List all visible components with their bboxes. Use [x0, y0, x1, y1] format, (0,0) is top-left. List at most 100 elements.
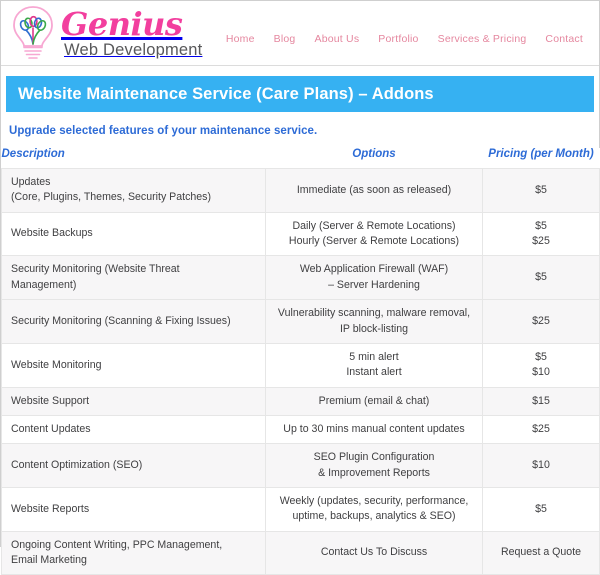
cell-options: Daily (Server & Remote Locations) Hourly … [265, 211, 483, 257]
cell-options-line-1: 5 min alert [349, 350, 399, 363]
nav-item-blog[interactable]: Blog [274, 33, 296, 45]
cell-price: $25 [482, 414, 600, 445]
cell-options-line-1: Contact Us To Discuss [320, 546, 428, 559]
cell-options: SEO Plugin Configuration & Improvement Re… [265, 443, 483, 489]
table-row: Updates (Core, Plugins, Themes, Security … [1, 168, 600, 213]
brand-text: Genius Web Development [61, 8, 202, 58]
table-row: Security Monitoring (Scanning & Fixing I… [1, 299, 600, 344]
cell-description-line-2: (Core, Plugins, Themes, Security Patches… [11, 191, 211, 204]
cell-description-line-1: Content Updates [11, 422, 91, 435]
cell-price-line-1: Request a Quote [500, 546, 582, 559]
table-row: Website Backups Daily (Server & Remote Lo… [1, 211, 600, 257]
cell-description-line-1: Website Monitoring [11, 358, 102, 371]
brand-logo-link[interactable]: Genius Web Development [7, 3, 202, 63]
intro-text: Upgrade selected features of your mainte… [9, 125, 318, 137]
cell-description-line-1: Website Reports [11, 502, 90, 515]
cell-options: Premium (email & chat) [265, 386, 483, 416]
cell-price: Request a Quote [482, 530, 600, 575]
cell-price: $15 [482, 386, 600, 416]
cell-description-line-1: Security Monitoring (Website Threat [11, 263, 180, 276]
cell-options-line-1: Daily (Server & Remote Locations) [292, 219, 456, 232]
brand-name: Genius [61, 4, 183, 43]
cell-price: $25 [482, 299, 600, 344]
cell-options-line-2: uptime, backups, analytics & SEO) [292, 510, 456, 523]
brand-tagline: Web Development [64, 40, 203, 59]
nav-item-services-pricing[interactable]: Services & Pricing [438, 33, 527, 45]
cell-description-line-2: Management) [11, 278, 77, 291]
nav-item-about-us[interactable]: About Us [314, 33, 359, 45]
cell-description: Security Monitoring (Scanning & Fixing I… [1, 299, 266, 344]
cell-description-line-2: Email Marketing [11, 554, 87, 567]
cell-price-line-1: $5 [535, 271, 547, 284]
nav-item-contact[interactable]: Contact [545, 33, 583, 45]
cell-options-line-1: Weekly (updates, security, performance, [279, 495, 469, 508]
cell-description: Content Updates [1, 414, 266, 445]
column-header-options: Options [265, 148, 483, 169]
cell-price: $10 [482, 443, 600, 489]
cell-options: Contact Us To Discuss [265, 530, 483, 575]
cell-description: Website Reports [1, 487, 266, 532]
site-header: Genius Web Development Home Blog About U… [1, 1, 599, 66]
cell-description-line-1: Content Optimization (SEO) [11, 458, 143, 471]
table-body: Updates (Core, Plugins, Themes, Security … [1, 168, 600, 575]
cell-options: Immediate (as soon as released) [265, 168, 483, 213]
cell-price: $5 $25 [482, 211, 600, 257]
table-row: Content Updates Up to 30 mins manual cont… [1, 414, 600, 445]
cell-options: Weekly (updates, security, performance, u… [265, 487, 483, 532]
cell-description-line-1: Updates [11, 176, 51, 188]
cell-description: Website Support [1, 386, 266, 416]
cell-description: Content Optimization (SEO) [1, 443, 266, 489]
cell-options: Up to 30 mins manual content updates [265, 414, 483, 445]
table-row: Website Monitoring 5 min alert Instant ale… [1, 342, 600, 388]
page-title: Website Maintenance Service (Care Plans)… [18, 84, 434, 103]
cell-options: Web Application Firewall (WAF) – Server H… [265, 255, 483, 301]
addons-pricing-table: Description Options Pricing (per Month) … [1, 148, 600, 575]
cell-price-line-1: $5 [535, 502, 547, 515]
cell-description: Security Monitoring (Website Threat Manag… [1, 255, 266, 301]
page-title-banner: Website Maintenance Service (Care Plans)… [6, 76, 594, 112]
cell-options-line-1: Vulnerability scanning, malware removal, [277, 307, 471, 320]
cell-price: $5 $10 [482, 342, 600, 388]
column-header-description: Description [1, 148, 266, 169]
cell-options-line-2: Hourly (Server & Remote Locations) [288, 235, 460, 248]
table-row: Website Reports Weekly (updates, security… [1, 487, 600, 532]
table-row: Website Support Premium (email & chat) $15 [1, 386, 600, 416]
lightbulb-icon [7, 3, 59, 63]
cell-options-line-2: & Improvement Reports [318, 466, 430, 479]
cell-description-line-1: Security Monitoring (Scanning & Fixing I… [11, 314, 231, 327]
cell-price: $5 [482, 168, 600, 213]
cell-description: Website Monitoring [1, 342, 266, 388]
cell-options-line-1: SEO Plugin Configuration [313, 451, 435, 464]
cell-description: Website Backups [1, 211, 266, 257]
cell-options-line-1: Up to 30 mins manual content updates [283, 422, 465, 435]
table-row: Security Monitoring (Website Threat Manag… [1, 255, 600, 301]
cell-description-line-1: Website Backups [11, 227, 93, 240]
table-header: Description Options Pricing (per Month) [1, 148, 600, 169]
cell-price-line-1: $25 [532, 314, 550, 327]
nav-item-portfolio[interactable]: Portfolio [378, 33, 418, 45]
table-row: Ongoing Content Writing, PPC Management,… [1, 530, 600, 575]
column-header-pricing: Pricing (per Month) [482, 148, 600, 169]
cell-options-line-1: Immediate (as soon as released) [296, 183, 452, 196]
cell-price-line-1: $25 [532, 422, 550, 435]
cell-price: $5 [482, 487, 600, 532]
cell-price-line-1: $5 [535, 183, 547, 196]
cell-options-line-2: Instant alert [346, 366, 402, 379]
cell-price: $5 [482, 255, 600, 301]
cell-description: Ongoing Content Writing, PPC Management,… [1, 530, 266, 575]
cell-price-line-2: $10 [532, 366, 550, 379]
cell-options: Vulnerability scanning, malware removal,… [265, 299, 483, 344]
cell-options-line-2: – Server Hardening [328, 278, 420, 291]
cell-options: 5 min alert Instant alert [265, 342, 483, 388]
cell-price-line-1: $5 [535, 219, 547, 232]
cell-description-line-1: Ongoing Content Writing, PPC Management, [11, 538, 223, 551]
cell-description: Updates (Core, Plugins, Themes, Security … [1, 168, 266, 213]
cell-price-line-1: $10 [532, 458, 550, 471]
nav-item-home[interactable]: Home [226, 33, 255, 45]
cell-options-line-1: Premium (email & chat) [318, 394, 430, 407]
cell-price-line-1: $5 [535, 350, 547, 363]
table-header-row: Description Options Pricing (per Month) [1, 148, 600, 169]
cell-options-line-1: Web Application Firewall (WAF) [299, 263, 449, 276]
cell-price-line-2: $25 [532, 235, 550, 248]
table-row: Content Optimization (SEO) SEO Plugin Con… [1, 443, 600, 489]
